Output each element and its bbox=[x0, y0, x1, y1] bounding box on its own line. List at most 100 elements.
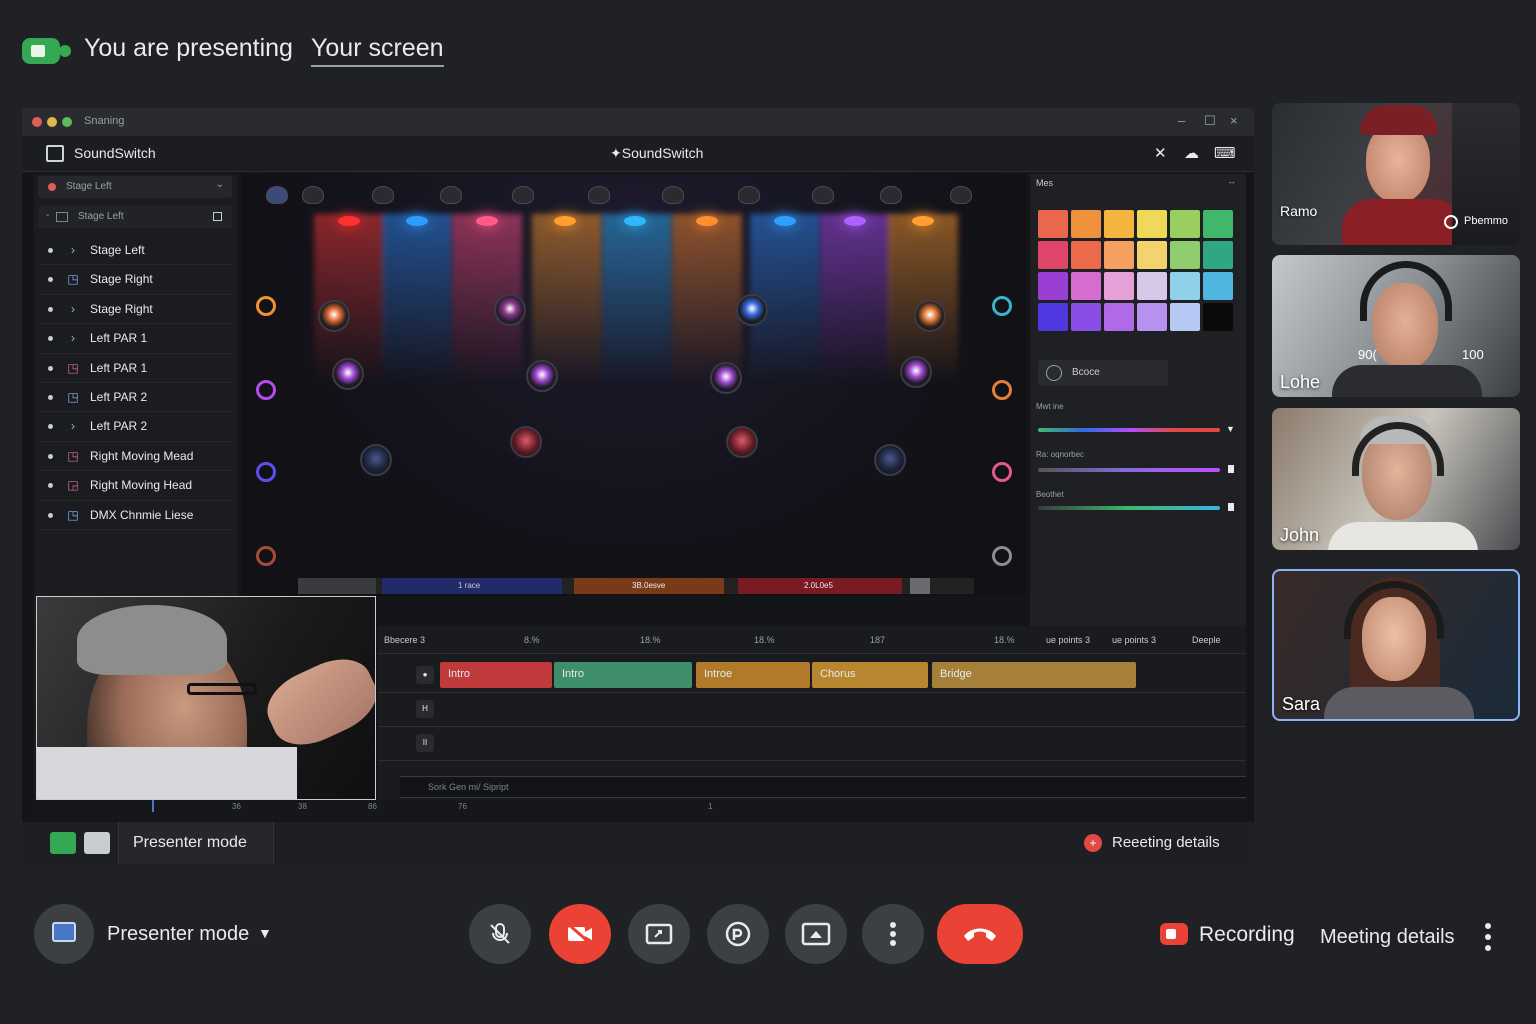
moving-head-fixture[interactable] bbox=[360, 444, 392, 476]
stage-bar-segment[interactable]: 3B.0esve bbox=[574, 578, 724, 594]
stage-fixture[interactable] bbox=[812, 186, 834, 204]
pin-icon[interactable]: ✕ bbox=[1154, 144, 1167, 162]
list-item[interactable]: ◲ Right Moving Head bbox=[38, 471, 232, 501]
moving-head-fixture[interactable] bbox=[494, 294, 526, 326]
pin-icon[interactable] bbox=[1444, 215, 1458, 229]
color-swatch[interactable] bbox=[1038, 210, 1068, 238]
color-slider[interactable] bbox=[1038, 428, 1220, 432]
slider-handle[interactable] bbox=[1228, 503, 1234, 511]
playback-controls[interactable] bbox=[298, 578, 376, 594]
list-item[interactable]: ◳ Stage Right bbox=[38, 265, 232, 295]
presenter-mode-tab[interactable]: Presenter mode bbox=[118, 822, 274, 864]
fixture-ring-indicator[interactable] bbox=[992, 462, 1012, 482]
moving-head-fixture[interactable] bbox=[318, 300, 350, 332]
moving-head-fixture[interactable] bbox=[900, 356, 932, 388]
color-swatch[interactable] bbox=[1071, 210, 1101, 238]
chevron-down-icon[interactable]: ▼ bbox=[1226, 424, 1235, 434]
panel-more-icon[interactable]: ↔ bbox=[1227, 176, 1236, 186]
window-icon[interactable] bbox=[84, 832, 110, 854]
list-item[interactable]: › Left PAR 2 bbox=[38, 412, 232, 442]
color-swatch[interactable] bbox=[1038, 272, 1068, 300]
color-swatch[interactable] bbox=[1170, 272, 1200, 300]
color-swatch[interactable] bbox=[1071, 303, 1101, 331]
stage-fixture[interactable] bbox=[302, 186, 324, 204]
stage-bar-handle[interactable] bbox=[910, 578, 930, 594]
speed-slider[interactable] bbox=[1038, 506, 1220, 510]
participant-tile[interactable]: John bbox=[1272, 408, 1520, 550]
stage-select[interactable]: Stage Left ⌄ bbox=[38, 176, 232, 198]
moving-head-fixture[interactable] bbox=[332, 358, 364, 390]
color-swatch[interactable] bbox=[1203, 241, 1233, 269]
end-call-button[interactable] bbox=[937, 904, 1023, 964]
track-button[interactable]: H bbox=[416, 700, 434, 718]
mic-off-button[interactable] bbox=[469, 904, 531, 964]
fixture-ring-indicator[interactable] bbox=[256, 380, 276, 400]
color-swatch[interactable] bbox=[1038, 303, 1068, 331]
stage-fixture[interactable] bbox=[372, 186, 394, 204]
song-section[interactable]: Intro bbox=[440, 662, 552, 688]
intensity-slider[interactable] bbox=[1038, 468, 1220, 472]
list-item[interactable]: ◳ DMX Chnmie Liese bbox=[38, 501, 232, 530]
list-item[interactable]: ◳ Left PAR 2 bbox=[38, 383, 232, 413]
slider-handle[interactable] bbox=[1228, 465, 1234, 473]
fixture-ring-indicator[interactable] bbox=[256, 296, 276, 316]
fixture-ring-indicator[interactable] bbox=[992, 380, 1012, 400]
track-button[interactable]: II bbox=[416, 734, 434, 752]
moving-head-fixture[interactable] bbox=[736, 294, 768, 326]
color-swatch[interactable] bbox=[1038, 241, 1068, 269]
list-item[interactable]: ◳ Right Moving Mead bbox=[38, 442, 232, 472]
fixture-ring-indicator[interactable] bbox=[992, 296, 1012, 316]
cloud-icon[interactable]: ☁ bbox=[1184, 144, 1199, 162]
color-swatch[interactable] bbox=[1203, 303, 1233, 331]
more-vert-icon[interactable] bbox=[1478, 922, 1498, 952]
recording-label[interactable]: Recording bbox=[1199, 923, 1295, 947]
moving-head-fixture[interactable] bbox=[710, 362, 742, 394]
effect-selector[interactable]: Bcoce bbox=[1038, 360, 1168, 386]
stage-playback-bar[interactable]: 1 race 3B.0esve 2.0L0e5 bbox=[298, 578, 974, 594]
moving-head-fixture[interactable] bbox=[526, 360, 558, 392]
group-toggle-icon[interactable] bbox=[213, 212, 222, 221]
fixture-ring-indicator[interactable] bbox=[256, 462, 276, 482]
chevron-down-icon[interactable]: ▼ bbox=[258, 925, 272, 941]
maximize-dot[interactable] bbox=[62, 117, 72, 127]
minimize-dot[interactable] bbox=[47, 117, 57, 127]
color-swatch[interactable] bbox=[1104, 272, 1134, 300]
list-item[interactable]: › Stage Right bbox=[38, 295, 232, 325]
presenter-mode-label[interactable]: Presenter mode bbox=[107, 923, 249, 946]
playhead[interactable] bbox=[152, 800, 154, 812]
color-swatch[interactable] bbox=[1170, 210, 1200, 238]
fixture-ring-indicator[interactable] bbox=[992, 546, 1012, 566]
song-section[interactable]: Intro bbox=[554, 662, 692, 688]
color-swatch[interactable] bbox=[1203, 210, 1233, 238]
color-swatch[interactable] bbox=[1203, 272, 1233, 300]
stage-visualizer[interactable]: 1 race 3B.0esve 2.0L0e5 bbox=[242, 174, 1026, 596]
close-dot[interactable] bbox=[32, 117, 42, 127]
presenter-mode-avatar[interactable] bbox=[34, 904, 94, 964]
color-swatch[interactable] bbox=[1104, 241, 1134, 269]
color-swatch[interactable] bbox=[1137, 272, 1167, 300]
stage-fixture[interactable] bbox=[588, 186, 610, 204]
stage-fixture[interactable] bbox=[950, 186, 972, 204]
captions-button[interactable] bbox=[628, 904, 690, 964]
list-item[interactable]: ◳ Left PAR 1 bbox=[38, 354, 232, 383]
stage-fixture[interactable] bbox=[512, 186, 534, 204]
color-swatch[interactable] bbox=[1104, 303, 1134, 331]
stage-fixture[interactable] bbox=[662, 186, 684, 204]
window-close-icon[interactable]: × bbox=[1230, 113, 1238, 128]
camera-off-button[interactable] bbox=[549, 904, 611, 964]
collapse-icon[interactable]: - bbox=[46, 210, 49, 221]
stage-fixture[interactable] bbox=[738, 186, 760, 204]
song-section[interactable]: Bridge bbox=[932, 662, 1136, 688]
moving-head-fixture[interactable] bbox=[914, 300, 946, 332]
stage-fixture[interactable] bbox=[266, 186, 288, 204]
color-swatch[interactable] bbox=[1170, 303, 1200, 331]
track-button[interactable]: ● bbox=[416, 666, 434, 684]
color-swatch[interactable] bbox=[1137, 241, 1167, 269]
stage-fixture[interactable] bbox=[880, 186, 902, 204]
stage-fixture[interactable] bbox=[440, 186, 462, 204]
stage-bar-segment[interactable]: 2.0L0e5 bbox=[738, 578, 902, 594]
color-swatch[interactable] bbox=[1071, 272, 1101, 300]
cue-points-label[interactable]: ue points 3 bbox=[1046, 635, 1090, 645]
participant-tile[interactable]: Ramo Pbemmo bbox=[1272, 103, 1520, 245]
participant-tile-active[interactable]: Sara bbox=[1272, 569, 1520, 721]
